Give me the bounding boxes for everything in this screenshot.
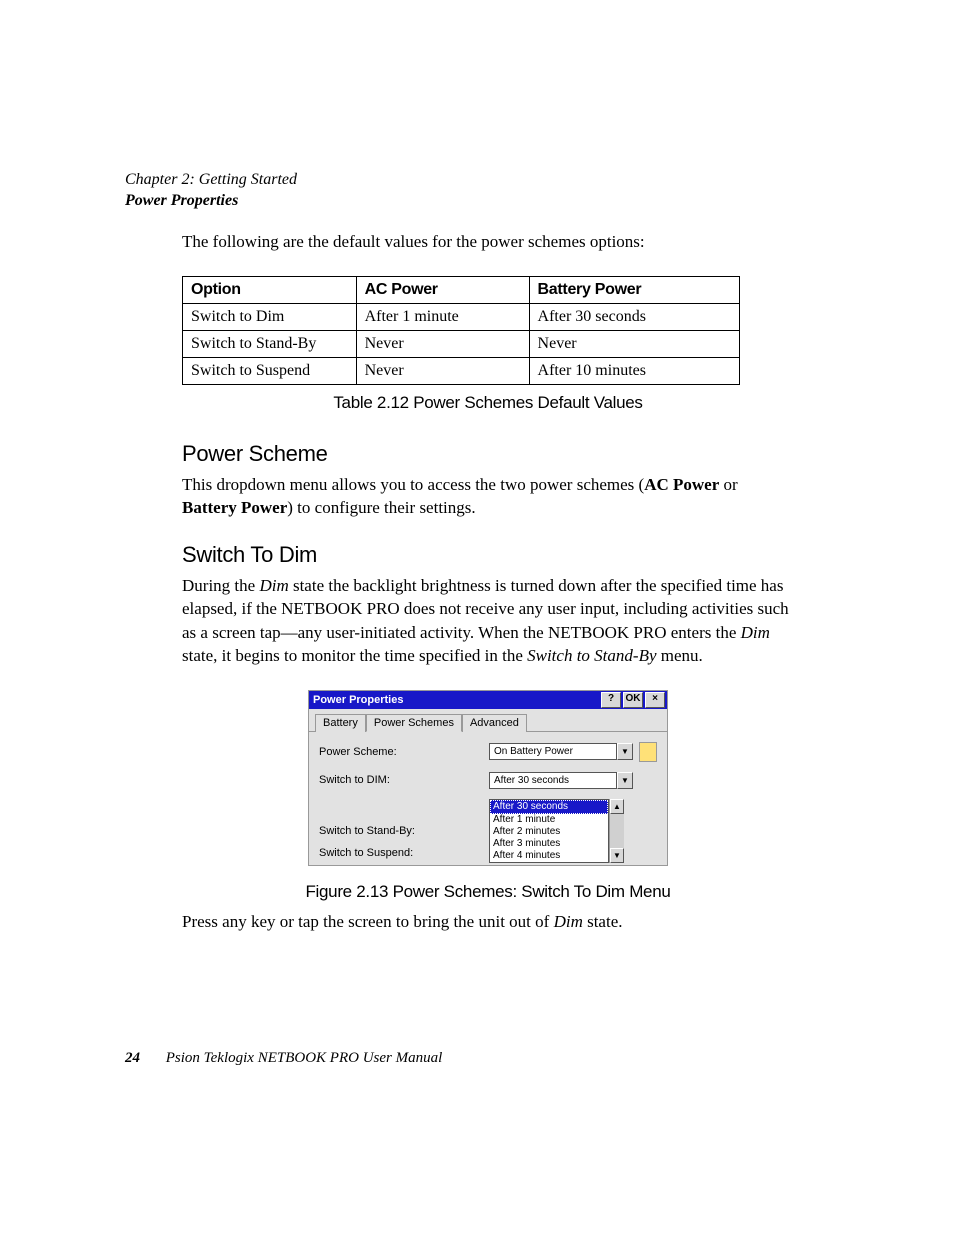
- power-properties-dialog: Power Properties ? OK × Battery Power Sc…: [308, 690, 668, 866]
- section-label: Power Properties: [125, 191, 297, 212]
- combo-value: After 30 seconds: [489, 772, 617, 789]
- table-cell: Never: [356, 331, 529, 358]
- help-button[interactable]: ?: [601, 692, 621, 708]
- scrollbar[interactable]: ▲ ▼: [609, 799, 624, 863]
- table-caption: Table 2.12 Power Schemes Default Values: [182, 393, 794, 413]
- tab-battery[interactable]: Battery: [315, 714, 366, 732]
- close-button[interactable]: ×: [645, 692, 665, 708]
- page-footer: 24 Psion Teklogix NETBOOK PRO User Manua…: [125, 1050, 442, 1067]
- scroll-down-icon[interactable]: ▼: [610, 848, 624, 863]
- tab-power-schemes[interactable]: Power Schemes: [366, 714, 462, 732]
- battery-icon: [639, 742, 657, 762]
- table-cell: After 1 minute: [356, 304, 529, 331]
- dialog-title: Power Properties: [311, 694, 599, 706]
- table-header: Option: [183, 277, 357, 304]
- table-cell: After 10 minutes: [529, 358, 739, 385]
- scroll-up-icon[interactable]: ▲: [610, 799, 624, 814]
- ok-button[interactable]: OK: [623, 692, 643, 708]
- tab-row: Battery Power Schemes Advanced: [309, 709, 667, 732]
- label-switch-suspend: Switch to Suspend:: [319, 847, 489, 859]
- table-cell: Switch to Suspend: [183, 358, 357, 385]
- table-row: Switch to Stand-By Never Never: [183, 331, 740, 358]
- table-cell: Switch to Dim: [183, 304, 357, 331]
- body-text: During the Dim state the backlight brigh…: [182, 574, 794, 668]
- label-power-scheme: Power Scheme:: [319, 746, 489, 758]
- table-header: Battery Power: [529, 277, 739, 304]
- dropdown-list[interactable]: After 30 seconds After 1 minute After 2 …: [489, 799, 609, 863]
- combo-value: On Battery Power: [489, 743, 617, 760]
- label-switch-dim: Switch to DIM:: [319, 774, 489, 786]
- table-cell: After 30 seconds: [529, 304, 739, 331]
- table-row: Switch to Suspend Never After 10 minutes: [183, 358, 740, 385]
- switch-dim-combo[interactable]: After 30 seconds ▼: [489, 772, 633, 789]
- dim-dropdown-open[interactable]: After 30 seconds After 1 minute After 2 …: [489, 799, 624, 863]
- body-text: Press any key or tap the screen to bring…: [182, 910, 794, 933]
- table-cell: Never: [529, 331, 739, 358]
- page-number: 24: [125, 1050, 140, 1067]
- page-header: Chapter 2: Getting Started Power Propert…: [125, 170, 297, 212]
- heading-switch-to-dim: Switch To Dim: [182, 542, 794, 568]
- intro-text: The following are the default values for…: [182, 232, 794, 252]
- table-row: Switch to Dim After 1 minute After 30 se…: [183, 304, 740, 331]
- footer-text: Psion Teklogix NETBOOK PRO User Manual: [166, 1050, 443, 1066]
- table-header: AC Power: [356, 277, 529, 304]
- dropdown-item[interactable]: After 1 minute: [490, 814, 608, 826]
- heading-power-scheme: Power Scheme: [182, 441, 794, 467]
- dropdown-item[interactable]: After 4 minutes: [490, 850, 608, 862]
- dropdown-item[interactable]: After 3 minutes: [490, 838, 608, 850]
- dialog-titlebar: Power Properties ? OK ×: [309, 691, 667, 709]
- chevron-down-icon[interactable]: ▼: [617, 772, 633, 789]
- body-text: This dropdown menu allows you to access …: [182, 473, 794, 520]
- table-cell: Never: [356, 358, 529, 385]
- power-scheme-combo[interactable]: On Battery Power ▼: [489, 743, 633, 760]
- label-switch-standby: Switch to Stand-By:: [319, 825, 489, 837]
- table-cell: Switch to Stand-By: [183, 331, 357, 358]
- chevron-down-icon[interactable]: ▼: [617, 743, 633, 760]
- chapter-label: Chapter 2: Getting Started: [125, 170, 297, 191]
- figure-caption: Figure 2.13 Power Schemes: Switch To Dim…: [182, 882, 794, 902]
- scroll-track[interactable]: [610, 814, 624, 848]
- dropdown-item[interactable]: After 30 seconds: [490, 800, 608, 814]
- tab-advanced[interactable]: Advanced: [462, 714, 527, 732]
- power-scheme-defaults-table: Option AC Power Battery Power Switch to …: [182, 276, 740, 385]
- dropdown-item[interactable]: After 2 minutes: [490, 826, 608, 838]
